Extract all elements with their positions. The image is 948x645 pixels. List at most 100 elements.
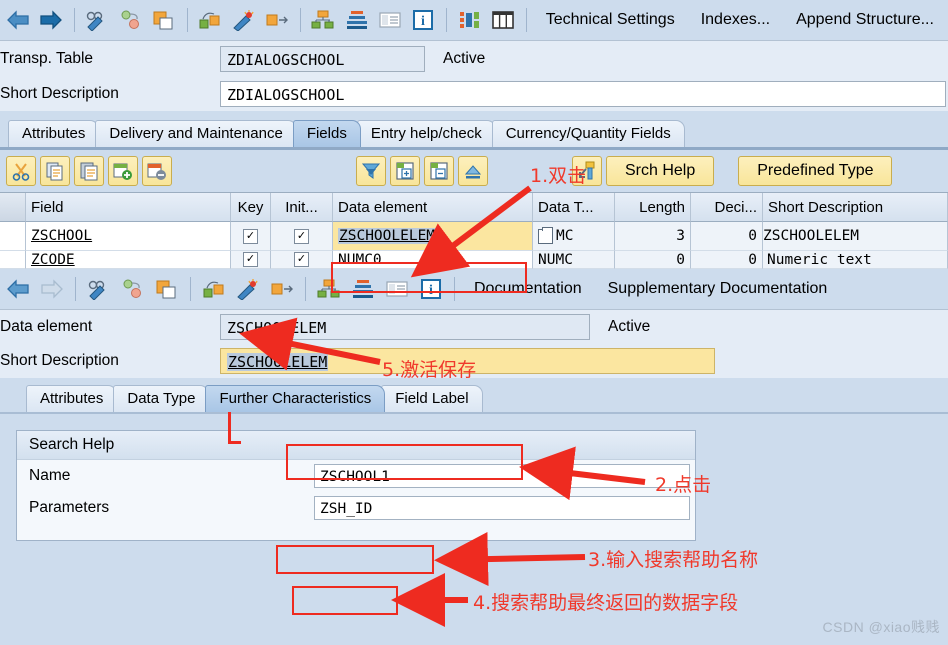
cell-decimals[interactable]: 0 <box>691 222 763 251</box>
column-header-key[interactable]: Key <box>231 193 271 222</box>
short-description-input[interactable]: ZDIALOGSCHOOL <box>220 80 946 107</box>
delete-row-icon[interactable] <box>142 156 172 186</box>
toolbar-separator <box>73 8 75 32</box>
filter-icon[interactable] <box>356 156 386 186</box>
structure-icon[interactable] <box>456 6 483 34</box>
tab-attributes[interactable]: Attributes <box>8 120 100 147</box>
table-columns-icon[interactable] <box>489 6 516 34</box>
detail-tabstrip: Attributes Data Type Further Characteris… <box>0 382 948 412</box>
svg-text:i: i <box>429 283 433 298</box>
cell-length[interactable]: 0 <box>615 251 691 269</box>
cell-data-type[interactable]: MC <box>533 222 615 251</box>
append-structure-button[interactable]: Append Structure... <box>786 11 944 29</box>
information-icon[interactable]: i <box>417 275 445 303</box>
column-header-length[interactable]: Length <box>615 193 691 222</box>
expand-icon[interactable] <box>268 275 296 303</box>
cell-decimals[interactable]: 0 <box>691 251 763 269</box>
column-header-field[interactable]: Field <box>26 193 231 222</box>
indexes-button[interactable]: Indexes... <box>691 11 780 29</box>
tab-currency-quantity-fields[interactable]: Currency/Quantity Fields <box>491 120 685 147</box>
group-padding <box>17 524 695 540</box>
row-short-description: ZSCHOOLELEM <box>763 228 860 244</box>
cell-init[interactable]: ✓ <box>271 251 333 269</box>
back-arrow-icon[interactable] <box>4 275 32 303</box>
srch-help-button[interactable]: Srch Help <box>606 156 715 186</box>
cell-length[interactable]: 3 <box>615 222 691 251</box>
back-arrow-icon[interactable] <box>4 6 31 34</box>
tab-fields[interactable]: Fields <box>292 120 361 147</box>
tab-entry-help-check[interactable]: Entry help/check <box>356 120 496 147</box>
toolbar-separator <box>305 277 306 301</box>
predefined-type-button[interactable]: Predefined Type <box>738 156 893 186</box>
stack-icon[interactable] <box>343 6 370 34</box>
documentation-button[interactable]: Documentation <box>464 280 592 298</box>
stack-icon[interactable] <box>349 275 377 303</box>
data-element-input[interactable]: ZSCHOOLELEM <box>220 314 590 340</box>
table-row[interactable]: ZSCHOOL ✓ ✓ ZSCHOOLELEM MC 3 0 ZSCHOOLEL… <box>0 222 948 251</box>
copy-icon[interactable] <box>40 156 70 186</box>
check-icon[interactable] <box>200 275 228 303</box>
grid-toolbar: Srch Help Predefined Type <box>0 150 948 192</box>
where-used-list-icon[interactable] <box>117 6 144 34</box>
table-row[interactable]: ZCODE ✓ ✓ NUMC0 NUMC 0 0 Numeric text <box>0 251 948 269</box>
column-header-data-type[interactable]: Data T... <box>533 193 615 222</box>
init-checkbox[interactable]: ✓ <box>294 252 309 267</box>
search-help-title: Search Help <box>17 431 695 460</box>
expand-icon[interactable] <box>263 6 290 34</box>
cell-field[interactable]: ZCODE <box>26 251 231 269</box>
hierarchy-icon[interactable] <box>315 275 343 303</box>
column-header-data-element[interactable]: Data element <box>333 193 533 222</box>
information-icon[interactable]: i <box>410 6 437 34</box>
cell-init[interactable]: ✓ <box>271 222 333 251</box>
copy-object-icon[interactable] <box>153 275 181 303</box>
cut-icon[interactable] <box>6 156 36 186</box>
cell-key[interactable]: ✓ <box>231 251 271 269</box>
display-change-icon[interactable] <box>84 6 111 34</box>
hierarchy-icon[interactable] <box>310 6 337 34</box>
key-checkbox[interactable]: ✓ <box>243 252 258 267</box>
activate-icon[interactable] <box>234 275 262 303</box>
tab-attributes-detail[interactable]: Attributes <box>26 385 118 412</box>
collapse-all-icon[interactable] <box>424 156 454 186</box>
cell-data-element[interactable]: NUMC0 <box>333 251 533 269</box>
cell-field[interactable]: ZSCHOOL <box>26 222 231 251</box>
row-selector[interactable] <box>0 251 26 269</box>
cell-short-description[interactable]: ZSCHOOLELEM <box>763 222 948 251</box>
tab-further-characteristics[interactable]: Further Characteristics <box>205 385 386 412</box>
column-header-decimals[interactable]: Deci... <box>691 193 763 222</box>
check-icon[interactable] <box>197 6 224 34</box>
decimals-value: 0 <box>748 251 757 268</box>
column-header-init[interactable]: Init... <box>271 193 333 222</box>
tab-data-type[interactable]: Data Type <box>113 385 210 412</box>
technical-settings-button[interactable]: Technical Settings <box>536 11 685 29</box>
row-selector[interactable] <box>0 222 26 251</box>
cell-short-description[interactable]: Numeric text <box>763 251 948 269</box>
search-help-parameters-input[interactable]: ZSH_ID <box>314 496 690 520</box>
search-help-name-input[interactable]: ZSCHOOL1 <box>314 464 690 488</box>
main-tabstrip: Attributes Delivery and Maintenance Fiel… <box>0 117 948 147</box>
init-checkbox[interactable]: ✓ <box>294 228 309 244</box>
cell-data-type[interactable]: NUMC <box>533 251 615 269</box>
data-type-value: NUMC <box>538 251 573 268</box>
cell-key[interactable]: ✓ <box>231 222 271 251</box>
expand-all-icon[interactable] <box>390 156 420 186</box>
forward-arrow-icon[interactable] <box>37 6 64 34</box>
tab-delivery-and-maintenance[interactable]: Delivery and Maintenance <box>95 120 297 147</box>
sort-icon[interactable] <box>458 156 488 186</box>
copy-object-icon[interactable] <box>150 6 177 34</box>
detail-short-description-label: Short Description <box>0 352 119 369</box>
transp-table-label: Transp. Table <box>0 49 94 67</box>
column-header-short-description[interactable]: Short Description <box>763 193 948 222</box>
display-change-icon[interactable] <box>85 275 113 303</box>
list-icon[interactable] <box>383 275 411 303</box>
transp-table-value[interactable]: ZDIALOGSCHOOL <box>220 45 425 72</box>
cell-data-element[interactable]: ZSCHOOLELEM <box>333 222 533 251</box>
paste-icon[interactable] <box>74 156 104 186</box>
tab-field-label[interactable]: Field Label <box>381 385 483 412</box>
insert-row-icon[interactable] <box>108 156 138 186</box>
activate-icon[interactable] <box>230 6 257 34</box>
supplementary-documentation-button[interactable]: Supplementary Documentation <box>598 280 838 298</box>
where-used-list-icon[interactable] <box>119 275 147 303</box>
list-icon[interactable] <box>376 6 403 34</box>
key-checkbox[interactable]: ✓ <box>243 228 258 244</box>
